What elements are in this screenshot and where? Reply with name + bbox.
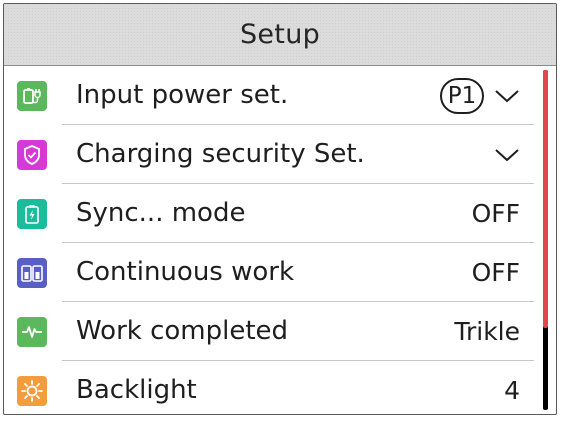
menu-item-label: Sync... mode <box>76 198 246 228</box>
shield-icon <box>17 140 47 170</box>
pulse-icon <box>17 317 47 347</box>
profile-badge: P1 <box>440 77 484 114</box>
menu-item-label: Backlight <box>76 375 197 405</box>
menu-item-value[interactable]: OFF <box>472 184 520 243</box>
settings-list: Input power set. P1 Charging security Se… <box>4 66 542 414</box>
chevron-down-icon <box>495 148 519 161</box>
menu-item-work-completed[interactable]: Work completed Trikle <box>4 302 542 361</box>
menu-item-value[interactable]: OFF <box>472 243 520 302</box>
menu-item-input-power[interactable]: Input power set. P1 <box>4 66 542 125</box>
menu-item-label: Input power set. <box>76 80 289 110</box>
menu-item-value[interactable]: 4 <box>504 361 520 414</box>
page-title: Setup <box>239 19 321 50</box>
menu-item-backlight[interactable]: Backlight 4 <box>4 361 542 414</box>
header-bar: Setup <box>4 4 556 66</box>
menu-item-label: Continuous work <box>76 257 295 287</box>
menu-item-charging-security[interactable]: Charging security Set. <box>4 125 542 184</box>
menu-item-label: Charging security Set. <box>76 139 365 169</box>
plug-icon <box>17 81 47 111</box>
sun-icon <box>17 376 47 406</box>
chevron-down-icon <box>495 89 519 102</box>
menu-item-value[interactable]: P1 <box>440 66 520 125</box>
menu-item-value[interactable] <box>490 125 520 184</box>
setup-screen: Setup Input power set. P1 Charging secur… <box>3 3 557 415</box>
dual-battery-icon <box>17 258 47 288</box>
scrollbar-track[interactable] <box>543 70 548 410</box>
battery-bolt-icon <box>17 199 47 229</box>
scrollbar-thumb[interactable] <box>543 70 548 328</box>
menu-item-sync-mode[interactable]: Sync... mode OFF <box>4 184 542 243</box>
menu-item-label: Work completed <box>76 316 289 346</box>
menu-item-continuous-work[interactable]: Continuous work OFF <box>4 243 542 302</box>
menu-item-value[interactable]: Trikle <box>454 302 520 361</box>
